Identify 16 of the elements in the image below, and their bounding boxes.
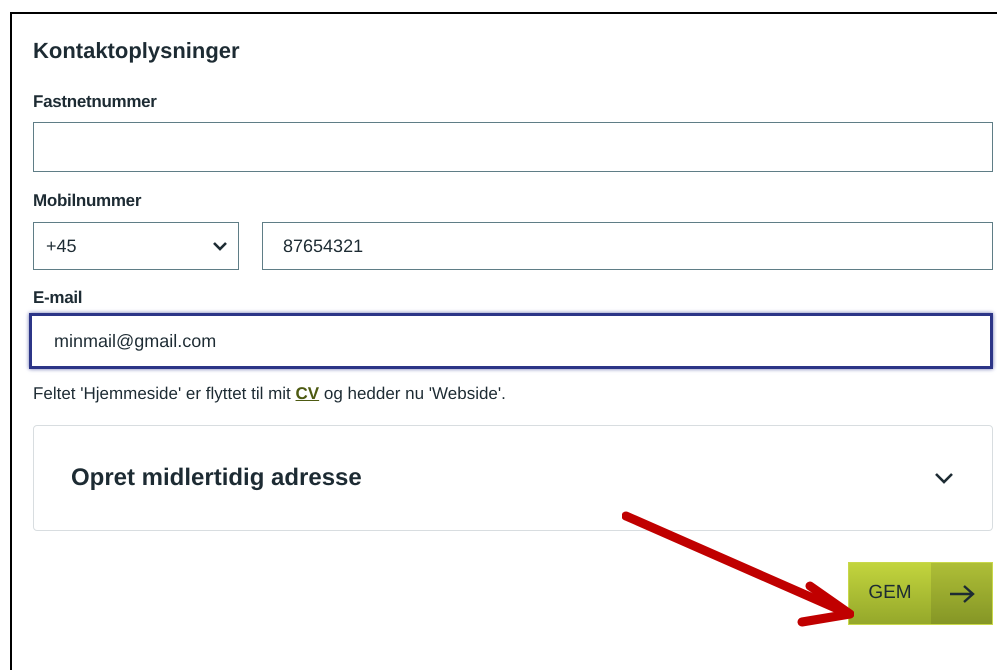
input-field[interactable]: 87654321 bbox=[262, 222, 993, 270]
field-label: Mobilnummer bbox=[33, 191, 142, 211]
arrow-right-icon bbox=[948, 584, 976, 604]
chevron-down-icon bbox=[934, 472, 954, 484]
field-label: E-mail bbox=[33, 288, 84, 308]
save-button[interactable]: GEM bbox=[848, 562, 993, 625]
chevron-down-icon bbox=[212, 241, 228, 251]
input-field[interactable] bbox=[33, 122, 993, 172]
info-text: Feltet 'Hjemmeside' er flyttet til mit CV og hedder nu 'Webside'. bbox=[33, 383, 507, 405]
input-field[interactable]: minmail@gmail.com bbox=[29, 313, 993, 369]
accordion-title: Opret midlertidig adresse bbox=[71, 463, 362, 493]
field-label: Fastnetnummer bbox=[33, 92, 158, 112]
section-title: Kontaktoplysninger bbox=[33, 37, 241, 65]
accordion-panel[interactable]: Opret midlertidig adresse bbox=[33, 425, 993, 531]
country-code-select[interactable]: +45 bbox=[33, 222, 239, 270]
cv-link[interactable]: CV bbox=[296, 384, 320, 403]
